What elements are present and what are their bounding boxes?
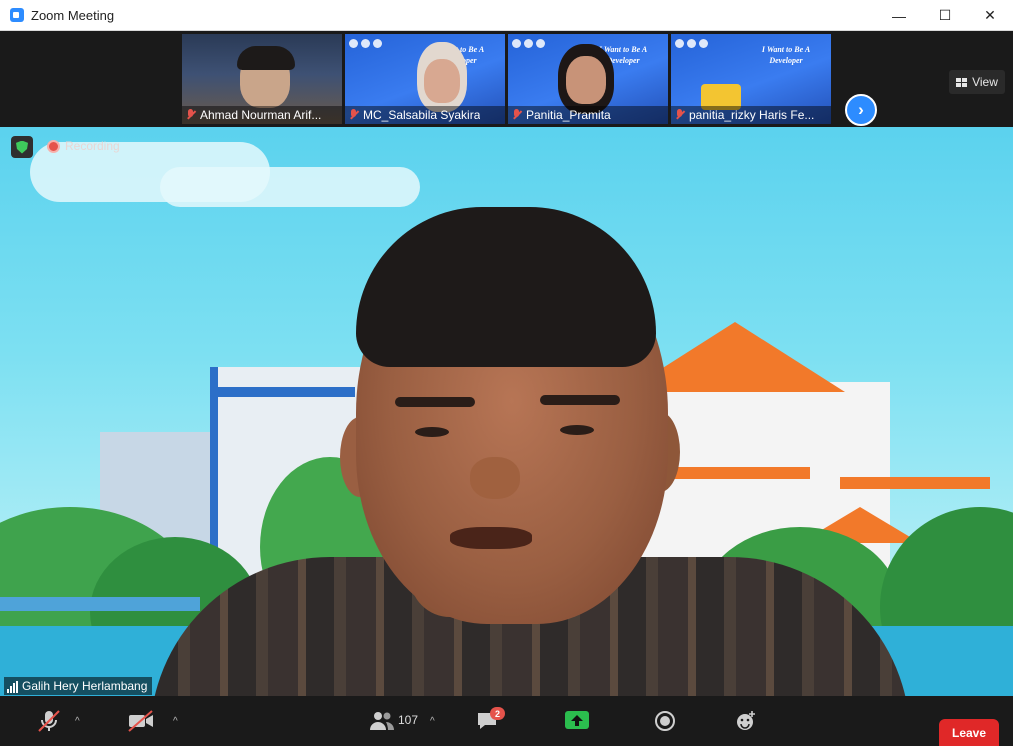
zoom-app-icon bbox=[10, 8, 24, 22]
participant-name-bar: MC_Salsabila Syakira bbox=[345, 106, 505, 124]
mic-muted-icon bbox=[349, 109, 359, 121]
participant-name-bar: Ahmad Nourman Arif... bbox=[182, 106, 342, 124]
grid-view-icon bbox=[956, 77, 968, 87]
leave-button[interactable]: Leave bbox=[939, 719, 999, 746]
participants-options-caret[interactable]: ^ bbox=[430, 716, 435, 727]
participant-name: MC_Salsabila Syakira bbox=[363, 108, 481, 122]
video-off-icon[interactable] bbox=[128, 708, 154, 734]
participant-name: Ahmad Nourman Arif... bbox=[200, 108, 322, 122]
speaker-brow bbox=[395, 397, 475, 407]
participant-thumbnail[interactable]: I Want to Be A Developer MC_Salsabila Sy… bbox=[345, 34, 505, 124]
chat-unread-badge: 2 bbox=[490, 707, 505, 720]
participant-name-bar: Panitia_Pramita bbox=[508, 106, 668, 124]
recording-indicator[interactable]: Recording bbox=[47, 139, 120, 153]
window-title-bar: Zoom Meeting — ☐ ✕ bbox=[0, 0, 1013, 31]
background-cloud bbox=[160, 167, 420, 207]
speaker-name: Galih Hery Herlambang bbox=[22, 679, 148, 693]
next-page-icon[interactable]: › bbox=[845, 94, 877, 126]
speaker-name-tag: Galih Hery Herlambang bbox=[4, 677, 153, 695]
recording-dot-icon bbox=[47, 139, 60, 153]
participant-thumbnail[interactable]: I Want to Be A Developer panitia_rizky H… bbox=[671, 34, 831, 124]
maximize-button[interactable]: ☐ bbox=[922, 0, 968, 31]
meeting-toolbar: ^ ^ 107 ^ 2 bbox=[0, 696, 1013, 746]
slide-logos bbox=[675, 39, 708, 48]
background-roof bbox=[840, 477, 990, 489]
participant-thumbnail[interactable]: I Want to Be A Developer Panitia_Pramita bbox=[508, 34, 668, 124]
mic-muted-icon bbox=[186, 109, 196, 121]
record-icon[interactable] bbox=[654, 708, 676, 734]
audio-options-caret[interactable]: ^ bbox=[75, 716, 80, 727]
mic-muted-icon bbox=[675, 109, 685, 121]
participant-video bbox=[424, 59, 460, 103]
security-shield-icon[interactable] bbox=[11, 136, 33, 158]
participant-name: panitia_rizky Haris Fe... bbox=[689, 108, 815, 122]
reactions-icon[interactable] bbox=[735, 708, 757, 734]
participant-strip: Ahmad Nourman Arif... I Want to Be A Dev… bbox=[0, 31, 1013, 127]
slide-logos bbox=[512, 39, 545, 48]
speaker-eye bbox=[415, 427, 449, 437]
slide-logos bbox=[349, 39, 382, 48]
participants-icon[interactable] bbox=[369, 708, 395, 734]
speaker-hair bbox=[356, 207, 656, 367]
recording-label: Recording bbox=[65, 139, 120, 153]
window-title: Zoom Meeting bbox=[31, 7, 115, 23]
participant-video bbox=[566, 56, 606, 104]
participant-name-bar: panitia_rizky Haris Fe... bbox=[671, 106, 831, 124]
speaker-nose bbox=[470, 457, 520, 499]
mic-off-icon[interactable] bbox=[37, 708, 61, 734]
video-options-caret[interactable]: ^ bbox=[173, 716, 178, 727]
speaker-brow bbox=[540, 395, 620, 405]
participant-video bbox=[237, 46, 295, 70]
participants-count[interactable]: 107 bbox=[398, 713, 418, 727]
share-screen-icon[interactable] bbox=[565, 708, 589, 734]
speaker-eye bbox=[560, 425, 594, 435]
minimize-button[interactable]: — bbox=[876, 0, 922, 31]
close-button[interactable]: ✕ bbox=[967, 0, 1013, 31]
background-bridge bbox=[0, 597, 200, 611]
view-button[interactable]: View bbox=[949, 70, 1005, 94]
participant-name: Panitia_Pramita bbox=[526, 108, 611, 122]
speaker-mouth bbox=[450, 527, 532, 549]
active-speaker-video bbox=[0, 127, 1013, 696]
background-building bbox=[215, 387, 355, 397]
slide-title: I Want to Be A Developer bbox=[761, 45, 811, 65]
mic-muted-icon bbox=[512, 109, 522, 121]
view-label: View bbox=[972, 75, 998, 89]
participant-thumbnail[interactable]: Ahmad Nourman Arif... bbox=[182, 34, 342, 124]
signal-bars-icon bbox=[7, 681, 18, 693]
